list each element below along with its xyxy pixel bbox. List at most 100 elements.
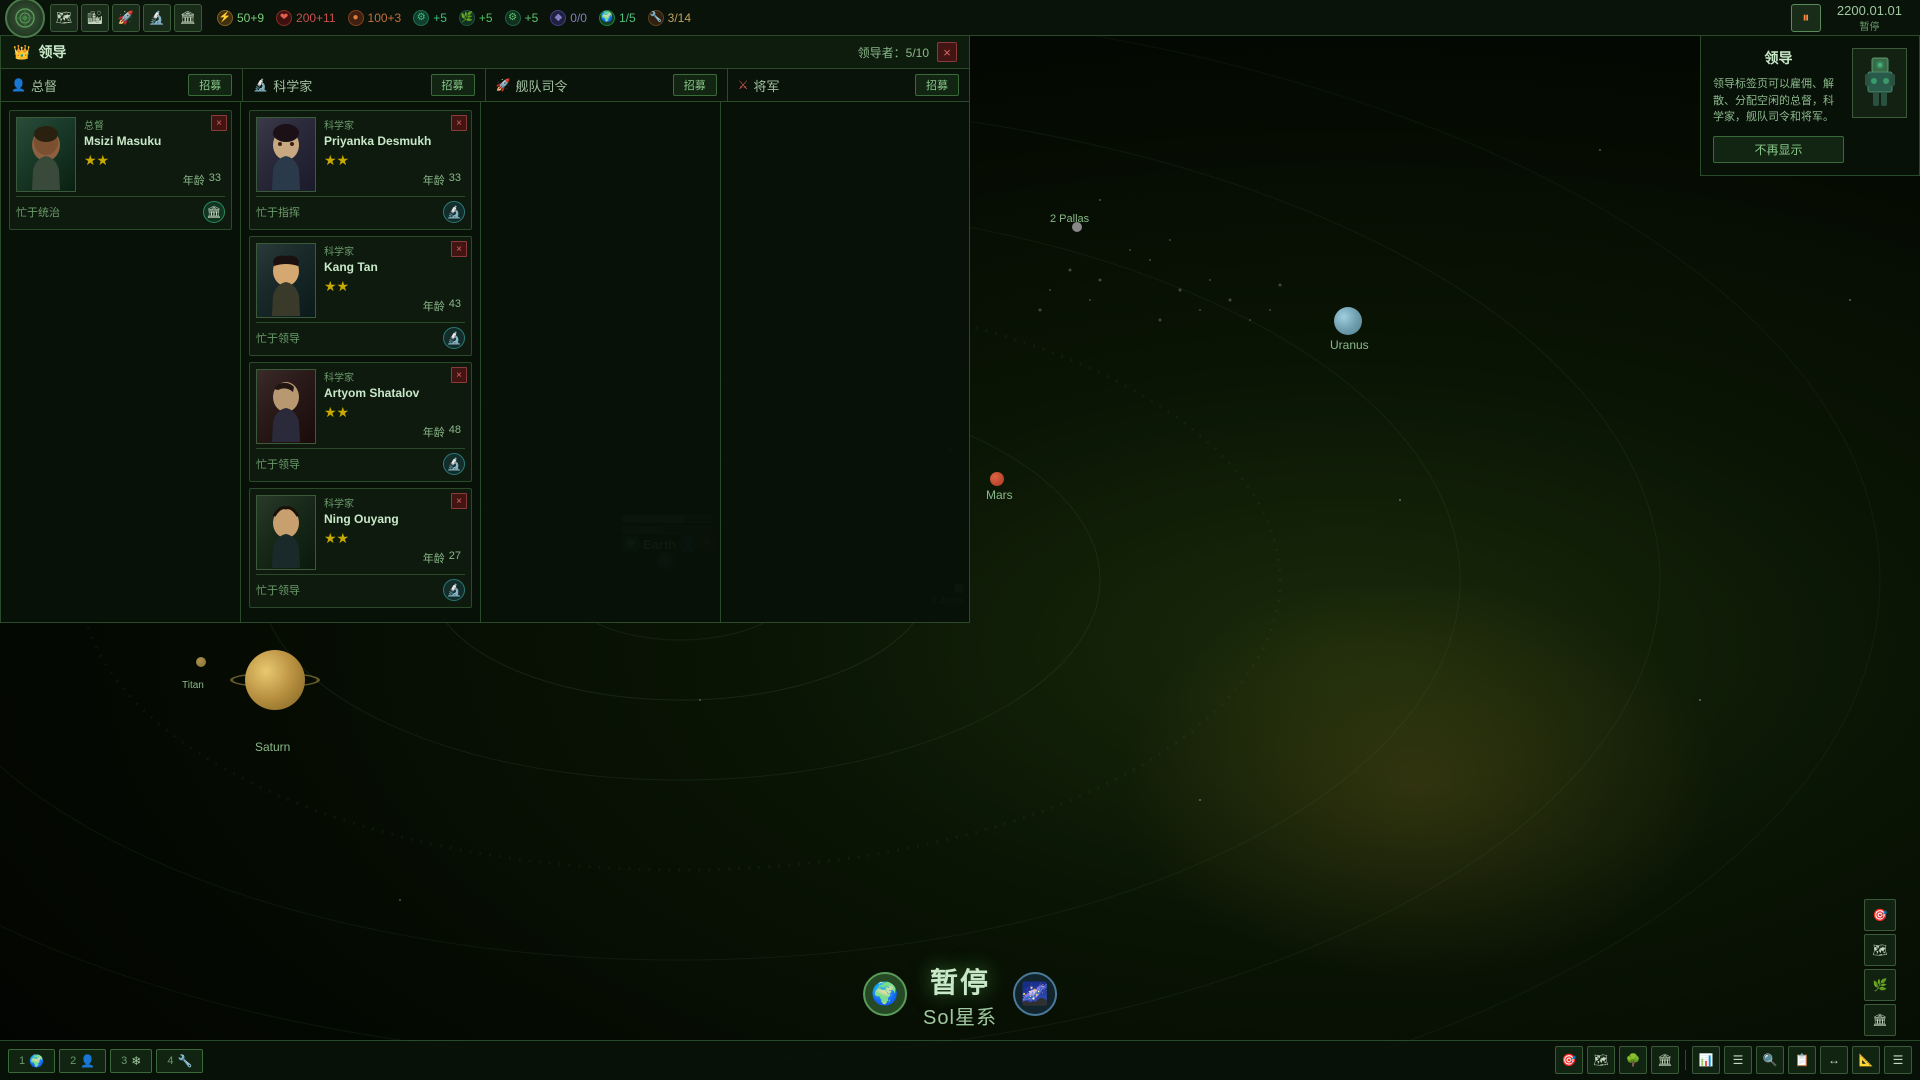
scientist-3-status: 忙于领导 🔬: [256, 574, 465, 601]
nav-icon-3[interactable]: 🏛: [1864, 1004, 1896, 1036]
governor-recruit-button[interactable]: 招募: [188, 74, 232, 96]
scientist-0-portrait: [256, 117, 316, 192]
galaxy-button[interactable]: 🌌: [1013, 972, 1057, 1016]
right-info-panel: 领导 领导标签页可以雇佣、解散、分配空闲的总督，科学家，舰队司令和将军。 不再显…: [1700, 36, 1920, 176]
colony-icon-btn[interactable]: 🏙: [81, 4, 109, 32]
scientist-0-info: 科学家 Priyanka Desmukh ★★ 年龄 33: [324, 117, 465, 188]
pallas-planet[interactable]: [1072, 222, 1082, 232]
uranus-planet[interactable]: [1334, 307, 1362, 335]
scientist-3-info: 科学家 Ning Ouyang ★★ 年龄 27: [324, 495, 465, 566]
mars-planet[interactable]: [990, 472, 1004, 486]
date-display: 2200.01.01 暂停: [1829, 3, 1910, 33]
right-panel-avatar: [1852, 48, 1907, 118]
governor-card[interactable]: × 总督: [9, 110, 232, 230]
minimap-btn-8[interactable]: ↔: [1820, 1046, 1848, 1074]
admiral-section: [481, 102, 721, 622]
nav-icon-0[interactable]: 🎯: [1864, 899, 1896, 931]
bottom-tab-2[interactable]: 3 ❄: [110, 1049, 152, 1073]
scientist-2-info: 科学家 Artyom Shatalov ★★ 年龄 48: [324, 369, 465, 440]
bottom-tab-0[interactable]: 1 🌍: [8, 1049, 55, 1073]
minimap-btn-3[interactable]: 🏛: [1651, 1046, 1679, 1074]
empire-logo[interactable]: [5, 0, 45, 38]
scientist-3-remove[interactable]: ×: [451, 493, 467, 509]
bottom-tab-1[interactable]: 2 👤: [59, 1049, 106, 1073]
map-icon-btn[interactable]: 🗺: [50, 4, 78, 32]
top-icon-group: 🗺 🏙 🚀 🔬 🏛: [50, 4, 202, 32]
saturn-planet[interactable]: [225, 630, 325, 730]
titan-label: Titan: [182, 680, 204, 691]
scientist-section: × 科学家: [241, 102, 481, 622]
tech-icon-btn[interactable]: 🔬: [143, 4, 171, 32]
leadership-panel: 👑 领导 领导者：5/10 × 👤 总督 招募 🔬 科学家 招募: [0, 36, 970, 623]
scientist-card-0[interactable]: × 科学家: [249, 110, 472, 230]
nav-icon-2[interactable]: 🌿: [1864, 969, 1896, 1001]
scientist-card-2[interactable]: × 科学家 Artyom Shatalov: [249, 362, 472, 482]
scientist-2-status: 忙于领导 🔬: [256, 448, 465, 475]
uranus-label: Uranus: [1330, 338, 1369, 352]
general-tab[interactable]: ⚔ 将军: [738, 76, 780, 95]
admiral-recruit-button[interactable]: 招募: [673, 74, 717, 96]
saturn-label: Saturn: [255, 740, 290, 754]
minimap-btn-0[interactable]: 🎯: [1555, 1046, 1583, 1074]
pallas-label: 2 Pallas: [1050, 213, 1089, 225]
bottom-tabs: 1 🌍 2 👤 3 ❄ 4 🔧: [0, 1049, 211, 1073]
right-panel-title: 领导: [1713, 48, 1844, 68]
scientist-3-portrait: [256, 495, 316, 570]
scientist-tab[interactable]: 🔬 科学家: [253, 76, 312, 95]
pause-button[interactable]: ⏸: [1791, 4, 1821, 32]
physics-resource: ⚙ +5: [413, 10, 447, 26]
general-recruit-button[interactable]: 招募: [915, 74, 959, 96]
minimap-btn-2[interactable]: 🌳: [1619, 1046, 1647, 1074]
society-resource: 🌿 +5: [459, 10, 493, 26]
governor-section: × 总督: [1, 102, 241, 622]
fleet-icon-btn[interactable]: 🚀: [112, 4, 140, 32]
scientist-2-remove[interactable]: ×: [451, 367, 467, 383]
governor-portrait: [16, 117, 76, 192]
leader-count: 领导者：5/10: [858, 44, 929, 61]
minerals-resource: ● 100+3: [348, 10, 402, 26]
no-show-button[interactable]: 不再显示: [1713, 136, 1844, 163]
titan-planet[interactable]: [196, 657, 206, 667]
scientist-0-status-icon: 🔬: [443, 201, 465, 223]
scientist-card-1[interactable]: × 科学家 Kang Tan: [249, 236, 472, 356]
scientist-1-status: 忙于领导 🔬: [256, 322, 465, 349]
minimap-btn-9[interactable]: 📐: [1852, 1046, 1880, 1074]
governor-remove-button[interactable]: ×: [211, 115, 227, 131]
minimap-btn-4[interactable]: 📊: [1692, 1046, 1720, 1074]
energy-resource: ⚡ 50+9: [217, 10, 264, 26]
admiral-tab[interactable]: 🚀 舰队司令: [496, 76, 568, 95]
panel-title-bar: 👑 领导 领导者：5/10 ×: [1, 36, 969, 69]
scientist-1-portrait: [256, 243, 316, 318]
influence-resource: ◆ 0/0: [550, 10, 587, 26]
governor-tab[interactable]: 👤 总督: [11, 76, 57, 95]
minimap-btn-5[interactable]: ☰: [1724, 1046, 1752, 1074]
right-panel-description: 领导标签页可以雇佣、解散、分配空闲的总督，科学家，舰队司令和将军。: [1713, 76, 1844, 126]
scientist-2-status-icon: 🔬: [443, 453, 465, 475]
scientist-card-3[interactable]: × 科学家 Ning Ouyang: [249, 488, 472, 608]
panel-close-button[interactable]: ×: [937, 42, 957, 62]
minimap-bar: 🎯 🗺 🌳 🏛 📊 ☰ 🔍 📋 ↔ 📐 ☰: [1547, 1040, 1920, 1080]
minimap-btn-6[interactable]: 🔍: [1756, 1046, 1784, 1074]
diplo-icon-btn[interactable]: 🏛: [174, 4, 202, 32]
globe-button[interactable]: 🌍: [863, 972, 907, 1016]
food-resource: ❤ 200+11: [276, 10, 336, 26]
nav-icons-right: 🎯 🗺 🌿 🏛: [1840, 895, 1920, 1040]
mars-label: Mars: [986, 488, 1013, 502]
scientist-0-status: 忙于指挥 🔬: [256, 196, 465, 223]
scientist-3-status-icon: 🔬: [443, 579, 465, 601]
scientist-0-remove[interactable]: ×: [451, 115, 467, 131]
scientist-1-remove[interactable]: ×: [451, 241, 467, 257]
scientist-recruit-button[interactable]: 招募: [431, 74, 475, 96]
minimap-btn-10[interactable]: ☰: [1884, 1046, 1912, 1074]
nav-icon-1[interactable]: 🗺: [1864, 934, 1896, 966]
minimap-btn-1[interactable]: 🗺: [1587, 1046, 1615, 1074]
minimap-btn-7[interactable]: 📋: [1788, 1046, 1816, 1074]
system-name-label: Sol星系: [923, 1001, 997, 1030]
top-bar: 🗺 🏙 🚀 🔬 🏛 ⚡ 50+9 ❤ 200+11 ● 100+3 ⚙ +5 🌿…: [0, 0, 1920, 36]
resource-bar: ⚡ 50+9 ❤ 200+11 ● 100+3 ⚙ +5 🌿 +5 ⚙ +5 ◆…: [217, 10, 1791, 26]
alloys-resource: 🔧 3/14: [648, 10, 691, 26]
nebula: [1120, 580, 1720, 980]
bottom-bar: 1 🌍 2 👤 3 ❄ 4 🔧 🎯 🗺 🌳 🏛 📊 ☰ 🔍 📋 ↔ 📐 ☰: [0, 1040, 1920, 1080]
panel-icon: 👑: [13, 44, 30, 61]
bottom-tab-3[interactable]: 4 🔧: [156, 1049, 203, 1073]
